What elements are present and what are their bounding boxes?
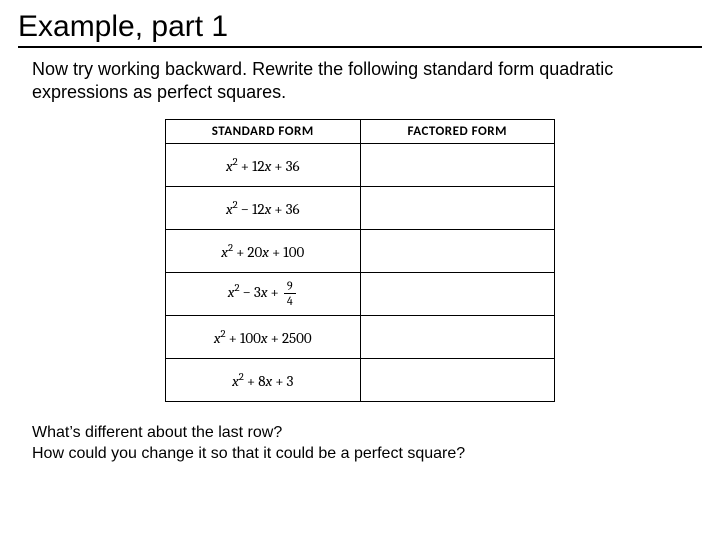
header-standard: STANDARD FORM <box>166 119 361 143</box>
factored-cell <box>360 186 555 229</box>
expression: x2+12x+36 <box>226 157 300 175</box>
table-row: x2+12x+36 <box>166 143 555 186</box>
table-row: x2−3x+94 <box>166 272 555 315</box>
expression: x2−3x+94 <box>228 283 298 301</box>
table-header-row: STANDARD FORM FACTORED FORM <box>166 119 555 143</box>
factored-cell <box>360 315 555 358</box>
fraction: 94 <box>284 280 296 307</box>
factored-cell <box>360 272 555 315</box>
standard-cell: x2−12x+36 <box>166 186 361 229</box>
standard-cell: x2+8x+3 <box>166 358 361 401</box>
table-row: x2+20x+100 <box>166 229 555 272</box>
standard-cell: x2−3x+94 <box>166 272 361 315</box>
outro-line-2: How could you change it so that it could… <box>32 443 702 465</box>
table-row: x2−12x+36 <box>166 186 555 229</box>
expression: x2+20x+100 <box>221 243 304 261</box>
factored-cell <box>360 229 555 272</box>
table-row: x2+100x+2500 <box>166 315 555 358</box>
standard-cell: x2+12x+36 <box>166 143 361 186</box>
slide: Example, part 1 Now try working backward… <box>0 0 720 465</box>
expression: x2+100x+2500 <box>214 329 312 347</box>
standard-cell: x2+100x+2500 <box>166 315 361 358</box>
intro-text: Now try working backward. Rewrite the fo… <box>32 58 692 105</box>
standard-cell: x2+20x+100 <box>166 229 361 272</box>
table-container: STANDARD FORM FACTORED FORM x2+12x+36 x2… <box>18 119 702 402</box>
factored-cell <box>360 358 555 401</box>
table-row: x2+8x+3 <box>166 358 555 401</box>
page-title: Example, part 1 <box>18 10 702 48</box>
expression: x2−12x+36 <box>226 200 300 218</box>
header-factored: FACTORED FORM <box>360 119 555 143</box>
outro-text: What’s different about the last row? How… <box>32 422 702 465</box>
expression: x2+8x+3 <box>232 372 293 390</box>
factored-cell <box>360 143 555 186</box>
expression-table: STANDARD FORM FACTORED FORM x2+12x+36 x2… <box>165 119 555 402</box>
outro-line-1: What’s different about the last row? <box>32 422 702 444</box>
